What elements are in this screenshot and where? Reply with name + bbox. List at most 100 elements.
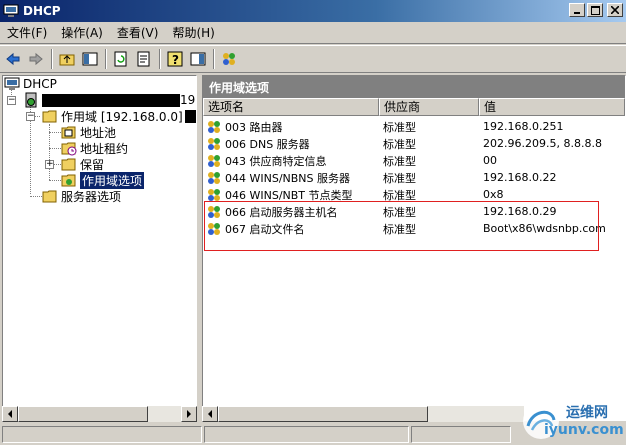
toolbar-separator <box>105 49 107 69</box>
option-name: 006 DNS 服务器 <box>225 137 310 151</box>
collapse-scope-toggle[interactable]: − <box>26 112 35 121</box>
option-value: 0x8 <box>483 188 504 201</box>
menu-file[interactable]: 文件(F) <box>0 23 54 43</box>
menu-bar: 文件(F) 操作(A) 查看(V) 帮助(H) <box>0 22 626 44</box>
show-tree-button[interactable] <box>79 48 101 70</box>
option-vendor: 标准型 <box>383 120 416 134</box>
close-icon <box>611 6 619 14</box>
scroll-thumb[interactable] <box>218 406 428 422</box>
help-button[interactable]: ? <box>164 48 186 70</box>
menu-view[interactable]: 查看(V) <box>110 23 166 43</box>
tree-hscrollbar[interactable] <box>2 406 197 422</box>
highlight-annotation-box <box>204 201 599 251</box>
address-pool-icon <box>61 126 76 139</box>
option-value: 202.96.209.5, 8.8.8.8 <box>483 137 602 150</box>
tree-label-server-ip: 192.1 <box>180 93 196 107</box>
tree-node-scope[interactable]: 作用域 [192.168.0.0] <box>42 108 196 124</box>
option-icon <box>208 120 220 133</box>
folder-icon <box>42 110 57 123</box>
option-icon <box>208 154 220 167</box>
back-button[interactable] <box>2 48 24 70</box>
server-options-folder-icon <box>42 190 57 203</box>
table-row[interactable]: 044 WINS/NBNS 服务器 标准型 192.168.0.22 <box>203 169 625 186</box>
server-icon <box>25 92 37 108</box>
scroll-left-icon <box>208 410 212 418</box>
collapse-server-toggle[interactable]: − <box>7 96 16 105</box>
dhcp-server-icon <box>223 53 235 65</box>
export-list-button[interactable] <box>133 48 155 70</box>
window-title: DHCP <box>23 4 61 18</box>
column-headers: 选项名 供应商 值 <box>203 98 625 116</box>
up-folder-button[interactable] <box>56 48 78 70</box>
scroll-right-button[interactable] <box>181 406 197 422</box>
scroll-left-button[interactable] <box>2 406 18 422</box>
option-value: 192.168.0.251 <box>483 120 564 133</box>
tree-label-scope: 作用域 [192.168.0.0] <box>61 109 183 124</box>
table-row[interactable]: 043 供应商特定信息 标准型 00 <box>203 152 625 169</box>
column-header-value[interactable]: 值 <box>479 98 625 116</box>
up-folder-icon <box>59 54 75 66</box>
watermark-brand: 运维网 <box>566 405 608 421</box>
scope-options-icon <box>61 174 76 187</box>
forward-icon <box>29 52 43 66</box>
title-bar[interactable]: DHCP <box>0 0 626 22</box>
tree-node-server-options[interactable]: 服务器选项 <box>42 188 121 204</box>
tree-node-reservations[interactable]: 保留 <box>61 156 104 172</box>
address-leases-icon <box>61 142 77 156</box>
console-tree[interactable]: DHCP − 192.1 − 作用域 [192.168.0.0] 地址池 地址租… <box>2 75 197 421</box>
dhcp-icon <box>4 77 20 90</box>
tree-label-address-pool: 地址池 <box>80 125 117 140</box>
menu-action[interactable]: 操作(A) <box>54 23 110 43</box>
reservations-folder-icon <box>61 158 76 171</box>
status-cell <box>2 426 202 443</box>
table-row[interactable]: 003 路由器 标准型 192.168.0.251 <box>203 118 625 135</box>
column-header-vendor[interactable]: 供应商 <box>379 98 479 116</box>
option-value: 00 <box>483 154 497 167</box>
scroll-thumb[interactable] <box>18 406 148 422</box>
tree-label-address-leases: 地址租约 <box>80 141 129 156</box>
tree-label-reservations: 保留 <box>80 157 105 172</box>
option-vendor: 标准型 <box>383 137 416 151</box>
tree-node-server[interactable]: 192.1 <box>23 92 196 108</box>
close-button[interactable] <box>607 3 623 17</box>
option-name: 044 WINS/NBNS 服务器 <box>225 171 351 185</box>
status-cell <box>411 426 511 443</box>
help-icon: ? <box>167 51 183 67</box>
minimize-icon <box>574 12 580 14</box>
tree-node-address-pool[interactable]: 地址池 <box>61 124 116 140</box>
table-row[interactable]: 006 DNS 服务器 标准型 202.96.209.5, 8.8.8.8 <box>203 135 625 152</box>
expand-reservations-toggle[interactable]: + <box>45 160 54 169</box>
menu-help[interactable]: 帮助(H) <box>165 23 221 43</box>
properties-icon <box>190 52 206 66</box>
refresh-button[interactable] <box>110 48 132 70</box>
option-icon <box>208 171 220 184</box>
tree-node-address-leases[interactable]: 地址租约 <box>61 140 128 156</box>
scroll-left-icon <box>8 410 12 418</box>
redacted-scope-text <box>184 109 196 123</box>
site-watermark: 运维网 iyunv.com <box>518 398 626 444</box>
dhcp-server-button[interactable] <box>218 48 240 70</box>
maximize-button[interactable] <box>587 3 603 17</box>
scroll-left-button[interactable] <box>202 406 218 422</box>
option-name: 003 路由器 <box>225 120 283 134</box>
option-vendor: 标准型 <box>383 154 416 168</box>
details-hscrollbar[interactable] <box>202 406 524 422</box>
show-tree-icon <box>82 52 98 66</box>
option-name: 043 供应商特定信息 <box>225 154 327 168</box>
pane-header: 作用域选项 <box>203 76 625 98</box>
tree-label-scope-options: 作用域选项 <box>80 171 145 189</box>
minimize-button[interactable] <box>569 3 585 17</box>
redacted-server-name <box>42 93 180 107</box>
properties-button[interactable] <box>187 48 209 70</box>
tree-node-dhcp[interactable]: DHCP <box>4 76 57 92</box>
option-value: 192.168.0.22 <box>483 171 557 184</box>
option-icon <box>208 137 220 150</box>
option-vendor: 标准型 <box>383 171 416 185</box>
scroll-right-icon <box>187 410 191 418</box>
forward-button[interactable] <box>25 48 47 70</box>
tree-node-scope-options[interactable]: 作用域选项 <box>61 171 145 189</box>
export-list-icon <box>137 51 150 67</box>
toolbar: ? <box>0 45 626 73</box>
toolbar-separator <box>213 49 215 69</box>
column-header-option-name[interactable]: 选项名 <box>203 98 379 116</box>
